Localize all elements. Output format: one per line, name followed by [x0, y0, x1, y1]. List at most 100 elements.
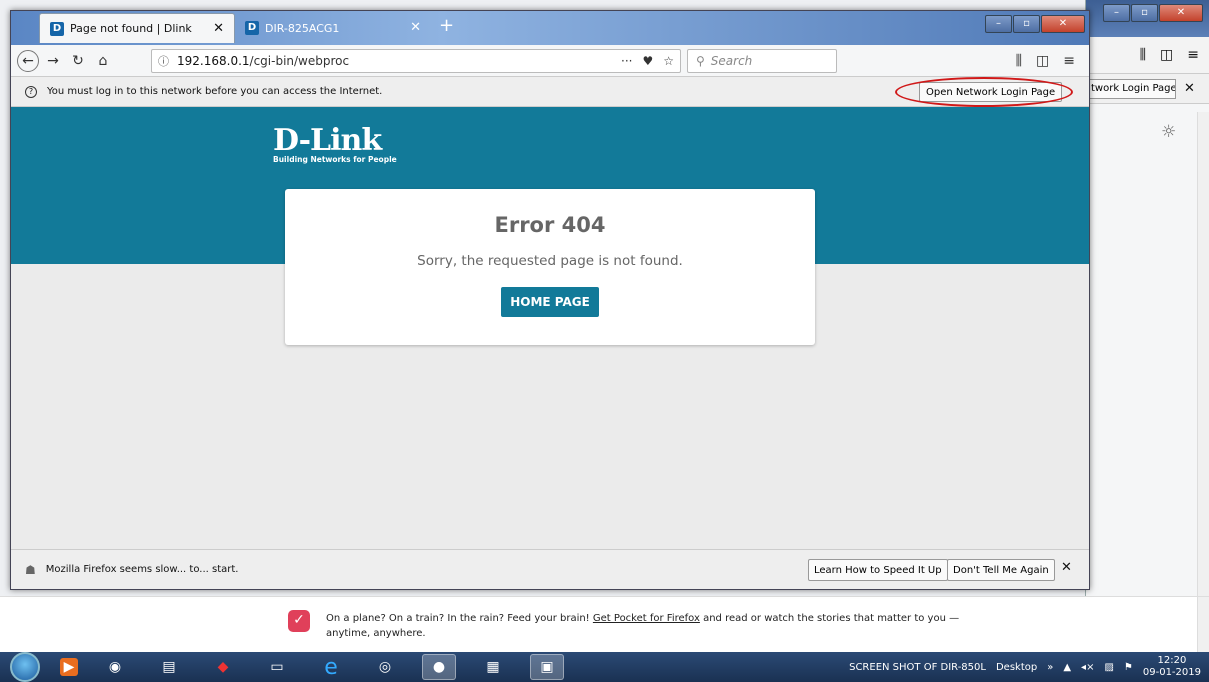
back-icon[interactable]: ← — [17, 49, 39, 72]
network-icon[interactable]: ▨ — [1104, 662, 1113, 673]
system-tray: SCREEN SHOT OF DIR-850L Desktop » ▲ ◂× ▨… — [849, 655, 1209, 679]
search-placeholder: Search — [710, 53, 753, 68]
pocket-text-before: On a plane? On a train? In the rain? Fee… — [326, 613, 590, 624]
search-input[interactable]: ⚲ Search — [687, 48, 837, 73]
presentation-icon[interactable]: ▦ — [476, 654, 510, 680]
toolbar-label[interactable]: SCREEN SHOT OF DIR-850L — [849, 662, 986, 673]
background-firefox-window: – ▫ ✕ ⫼ ◫ ≡ twork Login Page ✕ ☼ — [1085, 0, 1209, 652]
slow-message: Mozilla Firefox seems slow... to... star… — [45, 564, 239, 575]
close-icon[interactable]: ✕ — [1061, 560, 1072, 575]
pocket-text-line2: anytime, anywhere. — [326, 628, 426, 639]
bg-titlebar: – ▫ ✕ — [1086, 0, 1209, 37]
gear-icon[interactable]: ☼ — [1161, 122, 1176, 142]
logo-tagline: Building Networks for People — [273, 155, 397, 164]
scrollbar[interactable] — [1197, 112, 1209, 652]
search-icon: ⚲ — [696, 53, 705, 68]
desktop-label[interactable]: Desktop — [996, 662, 1037, 673]
pocket-save-icon[interactable]: ♥ — [642, 54, 653, 68]
dont-tell-again-button[interactable]: Don't Tell Me Again — [947, 559, 1055, 581]
minimize-icon[interactable]: – — [1103, 4, 1130, 22]
close-window-icon[interactable]: ✕ — [1041, 15, 1085, 33]
chrome-icon[interactable]: ◎ — [368, 654, 402, 680]
firefox-icon[interactable]: ● — [422, 654, 456, 680]
minimize-icon[interactable]: – — [985, 15, 1012, 33]
bg-window-controls: – ▫ ✕ — [1103, 4, 1203, 22]
scrollbar[interactable] — [1197, 597, 1209, 653]
home-page-button[interactable]: HOME PAGE — [501, 287, 599, 317]
page-actions-icon[interactable]: ··· — [621, 54, 632, 68]
captive-message: You must log in to this network before y… — [47, 86, 383, 97]
dlink-favicon-icon: D — [50, 21, 64, 36]
close-window-icon[interactable]: ✕ — [1159, 4, 1203, 22]
app-icon[interactable]: ◆ — [206, 654, 240, 680]
titlebar: D Page not found | Dlink ✕ D DIR-825ACG1… — [11, 11, 1089, 45]
pdf-reader-icon[interactable]: ◉ — [98, 654, 132, 680]
toolbar-right: ⫼ ◫ ≡ — [1016, 53, 1089, 69]
dlink-logo: D-Link Building Networks for People — [273, 123, 397, 165]
error-title: Error 404 — [494, 213, 606, 237]
captive-portal-bar: ? You must log in to this network before… — [11, 77, 1089, 107]
bookmark-star-icon[interactable]: ☆ — [663, 54, 674, 68]
maximize-icon[interactable]: ▫ — [1013, 15, 1040, 33]
open-network-login-button[interactable]: Open Network Login Page — [919, 82, 1063, 102]
learn-speed-button[interactable]: Learn How to Speed It Up — [808, 559, 948, 581]
window-controls: – ▫ ✕ — [985, 15, 1085, 33]
clock-date: 09-01-2019 — [1142, 667, 1201, 678]
pocket-text-after: and read or watch the stories that matte… — [703, 613, 960, 624]
firefox-window: D Page not found | Dlink ✕ D DIR-825ACG1… — [10, 10, 1090, 590]
clock-time: 12:20 — [1157, 655, 1187, 666]
page-content: D-Link Building Networks for People Erro… — [11, 107, 1089, 549]
error-message: Sorry, the requested page is not found. — [417, 253, 683, 269]
sidebar-icon[interactable]: ◫ — [1036, 53, 1049, 69]
logo-brand: D-Link — [273, 123, 382, 158]
command-prompt-icon[interactable]: ▭ — [260, 654, 294, 680]
sidebar-icon[interactable]: ◫ — [1160, 47, 1173, 63]
url-bar[interactable]: ⓘ 192.168.0.1/cgi-bin/webproc ··· ♥ ☆ — [151, 48, 681, 73]
volume-icon[interactable]: ◂× — [1081, 662, 1094, 673]
media-player-icon[interactable]: ▶ — [60, 658, 78, 676]
dlink-favicon-icon: D — [245, 21, 259, 35]
library-icon[interactable]: ⫼ — [1140, 47, 1146, 63]
maximize-icon[interactable]: ▫ — [1131, 4, 1158, 22]
file-explorer-icon[interactable]: ▤ — [152, 654, 186, 680]
pocket-icon: ✓ — [288, 610, 310, 632]
tab-strip: D Page not found | Dlink ✕ D DIR-825ACG1… — [39, 13, 462, 43]
close-tab-icon[interactable]: ✕ — [213, 21, 224, 36]
tab-label: DIR-825ACG1 — [265, 21, 340, 35]
pocket-text: On a plane? On a train? In the rain? Fee… — [326, 611, 966, 641]
chevron-icon[interactable]: » — [1047, 662, 1053, 673]
tab-page-not-found[interactable]: D Page not found | Dlink ✕ — [39, 13, 235, 43]
close-tab-icon[interactable]: ✕ — [410, 20, 421, 35]
error-card: Error 404 Sorry, the requested page is n… — [285, 189, 815, 345]
menu-icon[interactable]: ≡ — [1063, 53, 1075, 69]
control-panel-icon[interactable]: ▣ — [530, 654, 564, 680]
tray-arrow-icon[interactable]: ▲ — [1063, 662, 1071, 673]
tab-dir-825acg1[interactable]: D DIR-825ACG1 ✕ — [235, 13, 431, 43]
slow-startup-bar: ☗ Mozilla Firefox seems slow... to... st… — [11, 549, 1089, 589]
bg-toolbar: ⫼ ◫ ≡ — [1086, 37, 1209, 74]
tab-label: Page not found | Dlink — [70, 22, 192, 35]
flag-icon[interactable]: ⚑ — [1124, 662, 1133, 673]
bg-login-button[interactable]: twork Login Page — [1086, 78, 1176, 99]
close-icon[interactable]: ✕ — [1184, 81, 1195, 96]
pocket-strip: ✓ On a plane? On a train? In the rain? F… — [0, 596, 1209, 653]
forward-icon[interactable]: → — [42, 50, 64, 72]
url-text: 192.168.0.1/cgi-bin/webproc — [177, 54, 349, 68]
bg-captive-bar: twork Login Page ✕ — [1086, 74, 1209, 104]
library-icon[interactable]: ⫼ — [1016, 53, 1022, 69]
turtle-icon: ☗ — [25, 562, 36, 577]
reload-icon[interactable]: ↻ — [67, 50, 89, 72]
info-icon[interactable]: ⓘ — [158, 53, 169, 69]
question-icon: ? — [25, 85, 37, 98]
taskbar: ▶ ◉ ▤ ◆ ▭ e ◎ ● ▦ ▣ SCREEN SHOT OF DIR-8… — [0, 652, 1209, 682]
home-icon[interactable]: ⌂ — [92, 50, 114, 72]
url-path: /cgi-bin/webproc — [249, 53, 350, 68]
nav-toolbar: ← → ↻ ⌂ ⓘ 192.168.0.1/cgi-bin/webproc ··… — [11, 45, 1089, 77]
new-tab-icon[interactable]: + — [431, 13, 462, 43]
pocket-link[interactable]: Get Pocket for Firefox — [593, 613, 700, 624]
start-button[interactable] — [10, 652, 40, 682]
clock[interactable]: 12:20 09-01-2019 — [1143, 655, 1201, 679]
url-host: 192.168.0.1 — [177, 53, 250, 68]
menu-icon[interactable]: ≡ — [1187, 47, 1199, 63]
internet-explorer-icon[interactable]: e — [314, 654, 348, 680]
